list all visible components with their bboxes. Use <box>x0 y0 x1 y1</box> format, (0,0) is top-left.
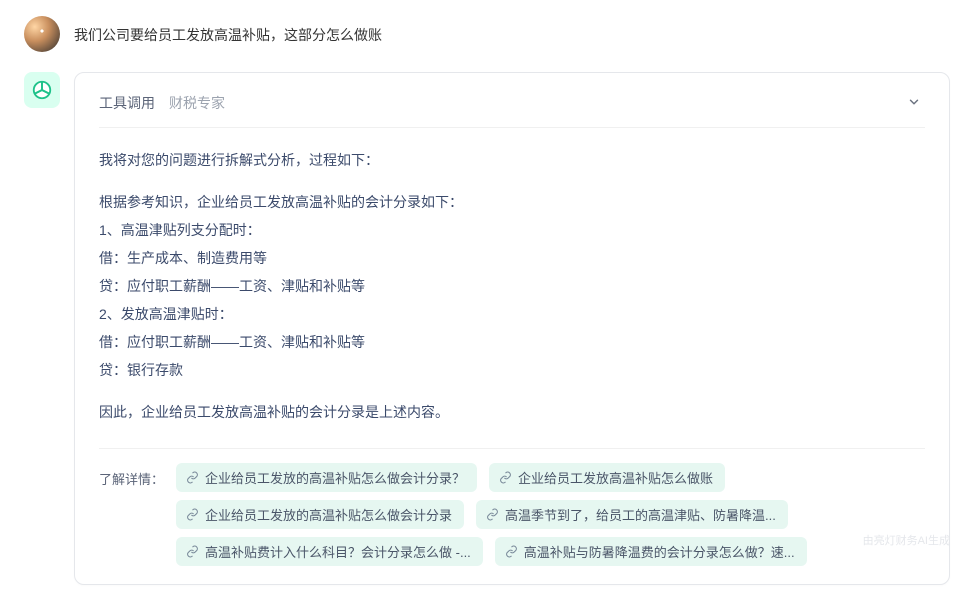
answer-line: 贷：应付职工薪酬——工资、津贴和补贴等 <box>99 272 925 300</box>
chevron-down-icon[interactable] <box>907 95 921 114</box>
answer-line: 借：生产成本、制造费用等 <box>99 244 925 272</box>
related-link[interactable]: 高温补贴费计入什么科目？会计分录怎么做 -... <box>176 537 483 566</box>
ai-answer-body: 我将对您的问题进行拆解式分析，过程如下： 根据参考知识，企业给员工发放高温补贴的… <box>99 146 925 426</box>
answer-conclusion: 因此，企业给员工发放高温补贴的会计分录是上述内容。 <box>99 398 925 426</box>
answer-line: 2、发放高温津贴时： <box>99 300 925 328</box>
related-link-text: 企业给员工发放的高温补贴怎么做会计分录？ <box>205 468 465 487</box>
related-link[interactable]: 企业给员工发放的高温补贴怎么做会计分录 <box>176 500 464 529</box>
watermark-text: 由亮灯财务AI生成 <box>863 532 950 548</box>
answer-line: 根据参考知识，企业给员工发放高温补贴的会计分录如下： <box>99 188 925 216</box>
related-link[interactable]: 高温补贴与防暑降温费的会计分录怎么做？速... <box>495 537 807 566</box>
related-link[interactable]: 高温季节到了，给员工的高温津贴、防暑降温... <box>476 500 788 529</box>
user-message: 我们公司要给员工发放高温补贴，这部分怎么做账 <box>24 16 950 52</box>
tool-call-label: 工具调用 <box>99 93 155 113</box>
answer-line: 1、高温津贴列支分配时： <box>99 216 925 244</box>
tool-call-name: 财税专家 <box>169 93 225 113</box>
ai-message: 工具调用 财税专家 我将对您的问题进行拆解式分析，过程如下： 根据参考知识，企业… <box>24 72 950 585</box>
ai-avatar <box>24 72 60 108</box>
answer-line: 贷：银行存款 <box>99 356 925 384</box>
related-links-container: 企业给员工发放的高温补贴怎么做会计分录？ 企业给员工发放高温补贴怎么做账 企业给… <box>176 463 925 566</box>
user-avatar <box>24 16 60 52</box>
answer-line: 借：应付职工薪酬——工资、津贴和补贴等 <box>99 328 925 356</box>
related-section: 了解详情： 企业给员工发放的高温补贴怎么做会计分录？ 企业给员工发放高温补贴怎么… <box>99 448 925 566</box>
ai-response-card: 工具调用 财税专家 我将对您的问题进行拆解式分析，过程如下： 根据参考知识，企业… <box>74 72 950 585</box>
answer-intro: 我将对您的问题进行拆解式分析，过程如下： <box>99 146 925 174</box>
related-link-text: 高温补贴与防暑降温费的会计分录怎么做？速... <box>524 542 795 561</box>
related-label: 了解详情： <box>99 463 164 488</box>
tool-call-header[interactable]: 工具调用 财税专家 <box>99 93 925 128</box>
related-link[interactable]: 企业给员工发放的高温补贴怎么做会计分录？ <box>176 463 477 492</box>
related-link-text: 企业给员工发放的高温补贴怎么做会计分录 <box>205 505 452 524</box>
related-link-text: 企业给员工发放高温补贴怎么做账 <box>518 468 713 487</box>
related-link-text: 高温补贴费计入什么科目？会计分录怎么做 -... <box>205 542 471 561</box>
related-link[interactable]: 企业给员工发放高温补贴怎么做账 <box>489 463 725 492</box>
user-question-text: 我们公司要给员工发放高温补贴，这部分怎么做账 <box>74 16 382 46</box>
related-link-text: 高温季节到了，给员工的高温津贴、防暑降温... <box>505 505 776 524</box>
